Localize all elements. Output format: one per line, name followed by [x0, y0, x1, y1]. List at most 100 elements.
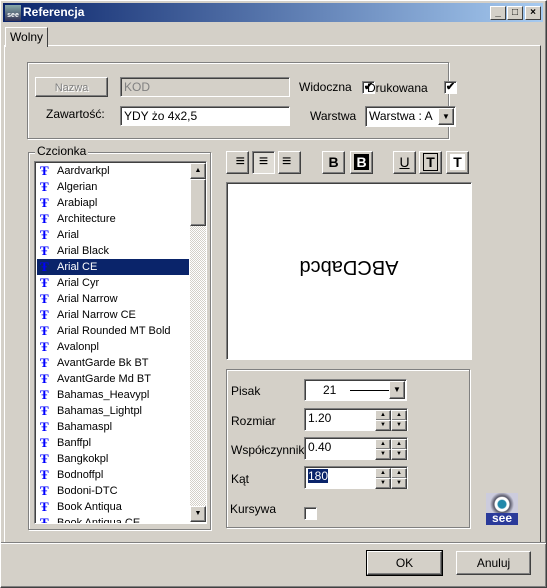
font-list-item[interactable]: Ŧ Avalonpl [37, 339, 189, 355]
close-button[interactable]: × [525, 6, 541, 20]
font-name: Aardvarkpl [57, 165, 110, 177]
truetype-icon: Ŧ [40, 227, 49, 242]
font-list-item[interactable]: Ŧ Arial Rounded MT Bold [37, 323, 189, 339]
visible-label: Widoczna [299, 80, 352, 94]
scroll-up-button[interactable]: ▲ [190, 163, 206, 179]
font-list-item[interactable]: Ŧ Bodoni-DTC [37, 483, 189, 499]
font-name: Arial Black [57, 245, 109, 257]
cancel-button[interactable]: Anuluj [456, 551, 531, 575]
tab-wolny[interactable]: Wolny [5, 27, 48, 47]
font-list-item[interactable]: Ŧ Bangkokpl [37, 451, 189, 467]
bold-button[interactable]: B [322, 151, 345, 174]
font-name: Avalonpl [57, 341, 99, 353]
font-name: AvantGarde Md BT [57, 373, 151, 385]
filled-button[interactable]: T [446, 151, 469, 174]
chevron-down-icon[interactable]: ▼ [438, 108, 454, 125]
font-name: Arial Rounded MT Bold [57, 325, 171, 337]
font-name: Bangkokpl [57, 453, 109, 465]
pen-value: 21 [323, 383, 337, 397]
font-name: Arial Cyr [57, 277, 100, 289]
font-group-label: Czcionka [35, 144, 89, 158]
truetype-icon: Ŧ [40, 515, 49, 524]
underline-button[interactable]: U [393, 151, 416, 174]
window-title: Referencja [23, 5, 85, 19]
font-list-item[interactable]: Ŧ AvantGarde Bk BT [37, 355, 189, 371]
angle-down-button[interactable]: ▼ [375, 478, 391, 489]
font-name: Arabiapl [57, 197, 98, 209]
framed-icon: T [423, 153, 438, 171]
reference-group [27, 62, 449, 139]
font-list-item[interactable]: Ŧ Bodnoffpl [37, 467, 189, 483]
align-center-button[interactable]: ≡ [252, 151, 275, 174]
content-input[interactable]: YDY żo 4x2,5 [120, 106, 290, 126]
truetype-icon: Ŧ [40, 163, 49, 178]
layer-label: Warstwa [310, 109, 357, 123]
preview-text: ABCDabcd [299, 256, 399, 278]
truetype-icon: Ŧ [40, 291, 49, 306]
font-list-item[interactable]: Ŧ Architecture [37, 211, 189, 227]
font-list-item[interactable]: Ŧ Bahamas_Lightpl [37, 403, 189, 419]
title-bar: Referencja [3, 3, 543, 22]
font-list-item[interactable]: Ŧ Algerian [37, 179, 189, 195]
italic-checkbox[interactable] [304, 507, 317, 520]
font-name: Bahamas_Lightpl [57, 405, 143, 417]
font-name: Bodnoffpl [57, 469, 104, 481]
truetype-icon: Ŧ [40, 195, 49, 210]
truetype-icon: Ŧ [40, 275, 49, 290]
content-label: Zawartość: [46, 107, 105, 121]
ok-button[interactable]: OK [366, 550, 443, 576]
font-list-item[interactable]: Ŧ Aardvarkpl [37, 163, 189, 179]
font-list-item[interactable]: Ŧ Book Antiqua [37, 499, 189, 515]
font-list-item[interactable]: Ŧ Arial Narrow [37, 291, 189, 307]
font-list-item[interactable]: Ŧ Arial CE [37, 259, 189, 275]
font-list-item[interactable]: Ŧ Bahamaspl [37, 419, 189, 435]
printed-label: Drukowana [367, 81, 428, 95]
framed-button[interactable]: T [419, 151, 442, 174]
font-list-item[interactable]: Ŧ Book Antiqua CE [37, 515, 189, 524]
italic-label: Kursywa [230, 502, 277, 516]
name-field[interactable]: KOD [120, 77, 290, 97]
truetype-icon: Ŧ [40, 387, 49, 402]
size-fine-down-button[interactable]: ▼ [391, 420, 407, 431]
scrollbar-thumb[interactable] [190, 179, 206, 226]
align-right-button[interactable]: ≡ [226, 151, 249, 174]
font-list-item[interactable]: Ŧ AvantGarde Md BT [37, 371, 189, 387]
factor-fine-down-button[interactable]: ▼ [391, 449, 407, 460]
maximize-button[interactable]: □ [507, 6, 523, 20]
font-list-item[interactable]: Ŧ Arial Cyr [37, 275, 189, 291]
angle-fine-down-button[interactable]: ▼ [391, 478, 407, 489]
font-list[interactable]: Ŧ Aardvarkpl Ŧ Algerian Ŧ Arabiapl Ŧ Architectu… [34, 161, 207, 524]
size-down-button[interactable]: ▼ [375, 420, 391, 431]
truetype-icon: Ŧ [40, 355, 49, 370]
font-list-item[interactable]: Ŧ Arial [37, 227, 189, 243]
font-name: Book Antiqua CE [57, 517, 141, 524]
font-list-item[interactable]: Ŧ Arial Narrow CE [37, 307, 189, 323]
font-list-item[interactable]: Ŧ Arial Black [37, 243, 189, 259]
font-name: Arial CE [57, 261, 98, 273]
align-left-button[interactable]: ≡ [278, 151, 301, 174]
chevron-down-icon[interactable]: ▼ [389, 381, 405, 399]
app-icon: see [5, 5, 21, 21]
font-name: Bahamaspl [57, 421, 113, 433]
angle-value: 180 [308, 469, 329, 483]
font-list-item[interactable]: Ŧ Bahamas_Heavypl [37, 387, 189, 403]
bold-inverse-icon: B [354, 154, 369, 170]
font-name: Bahamas_Heavypl [57, 389, 150, 401]
pen-line-sample [350, 390, 391, 392]
font-list-item[interactable]: Ŧ Banffpl [37, 435, 189, 451]
factor-label: Współczynnik [231, 443, 305, 457]
truetype-icon: Ŧ [40, 323, 49, 338]
minimize-button[interactable]: _ [490, 6, 506, 20]
name-button[interactable]: Nazwa [35, 77, 108, 97]
preview-box: ABCDabcd [226, 182, 472, 360]
factor-down-button[interactable]: ▼ [375, 449, 391, 460]
filled-icon: T [450, 154, 465, 170]
see-logo: see [486, 493, 518, 525]
font-list-item[interactable]: Ŧ Arabiapl [37, 195, 189, 211]
truetype-icon: Ŧ [40, 499, 49, 514]
truetype-icon: Ŧ [40, 243, 49, 258]
pen-label: Pisak [231, 384, 261, 398]
bold-inverse-button[interactable]: B [350, 151, 373, 174]
printed-checkbox[interactable]: ✔ [444, 81, 457, 94]
scroll-down-button[interactable]: ▼ [190, 506, 206, 522]
